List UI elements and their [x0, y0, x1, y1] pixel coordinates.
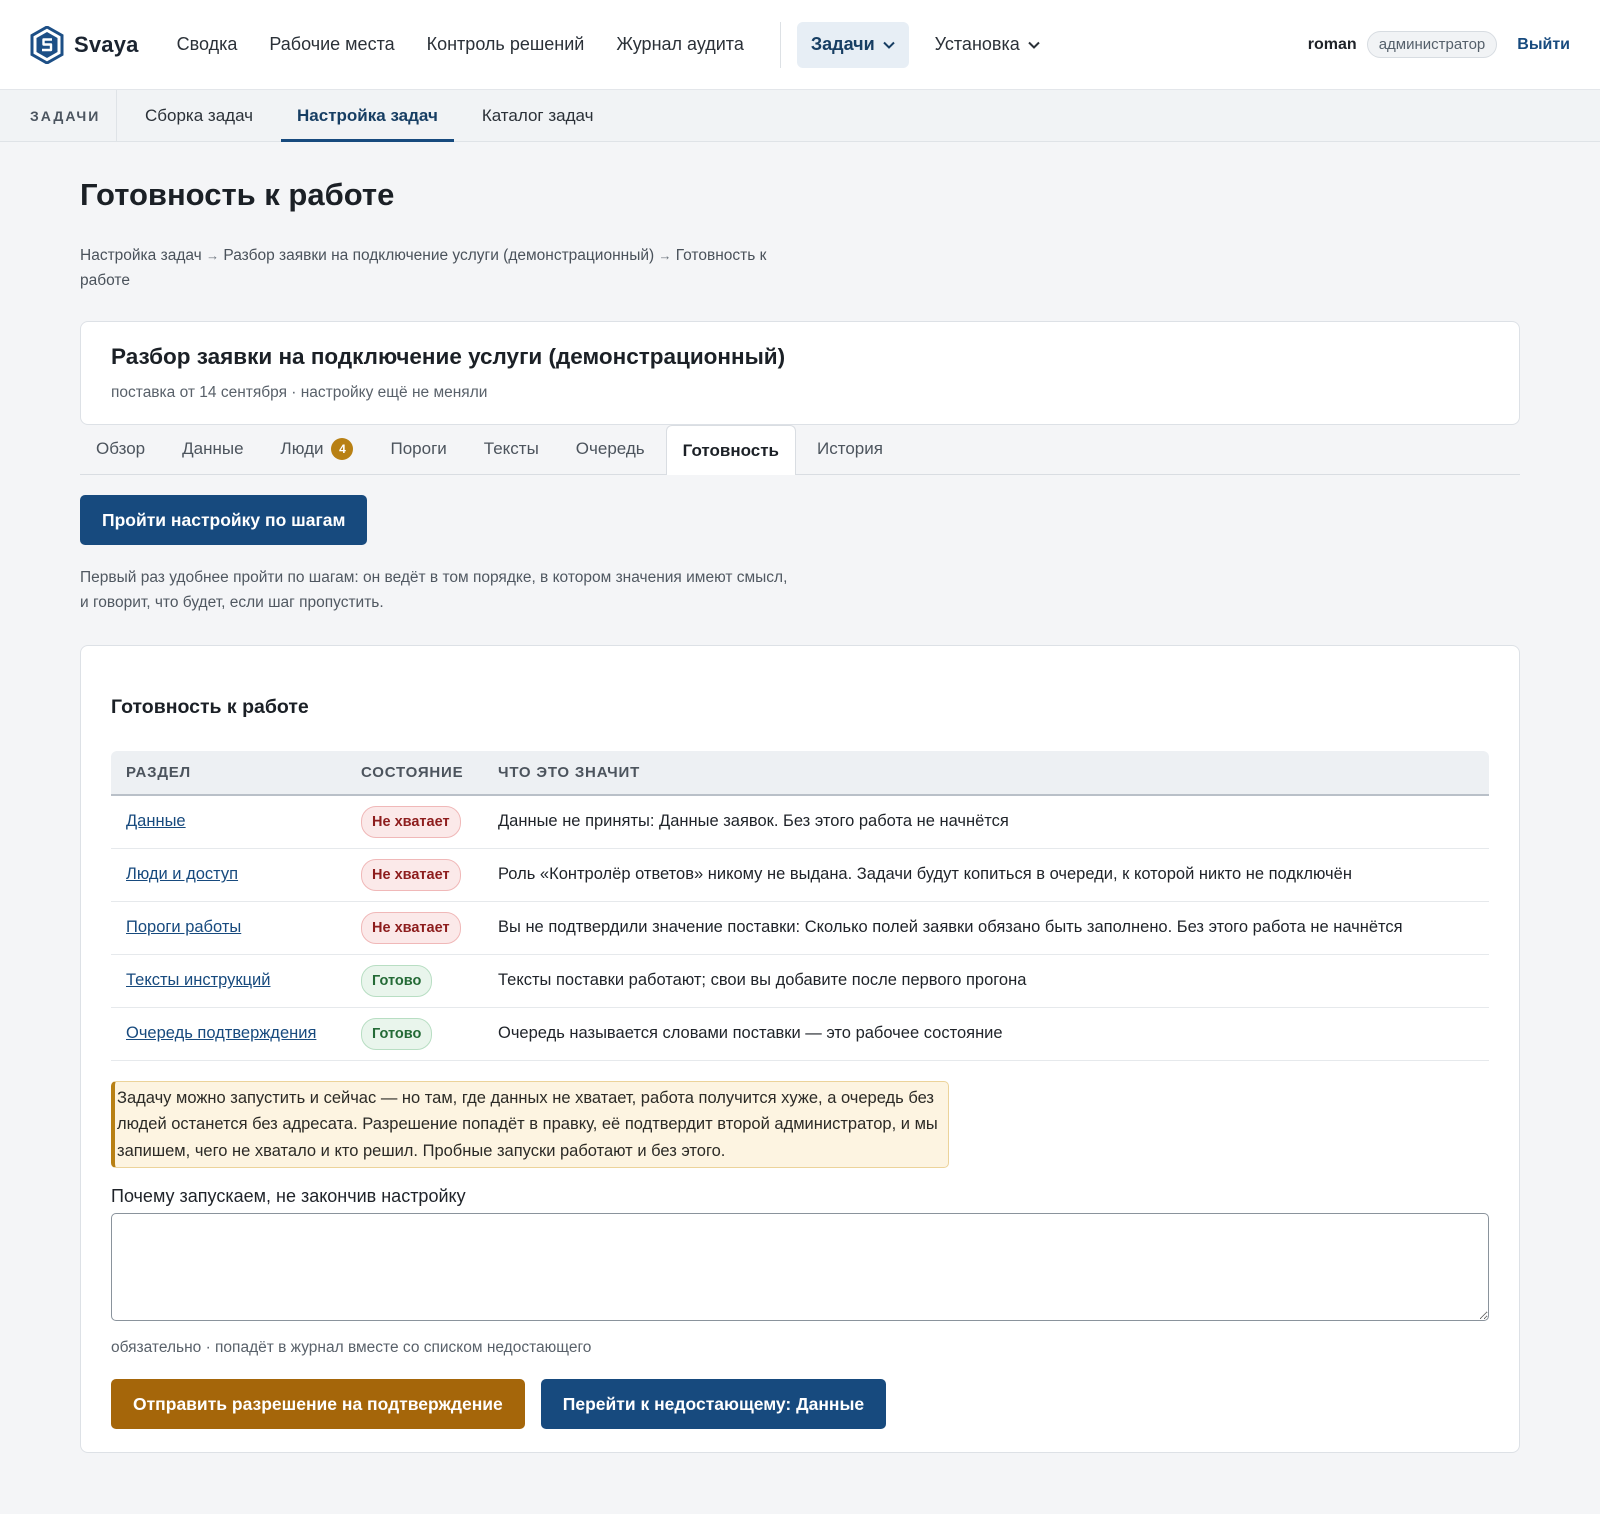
readiness-title: Готовность к работе [111, 696, 309, 719]
tab-label: Готовность [682, 440, 780, 460]
main-content: Готовность к работе Настройка задач → Ра… [0, 176, 1600, 1454]
readiness-table: РАЗДЕЛ СОСТОЯНИЕ ЧТО ЭТО ЗНАЧИТ Данные Н… [111, 751, 1489, 1061]
status-badge: Не хватает [361, 858, 461, 891]
status-badge: Не хватает [361, 805, 461, 838]
breadcrumb-item-task[interactable]: Разбор заявки на подключение услуги (дем… [223, 247, 654, 264]
nav-menu-install-label: Установка [934, 34, 1020, 54]
section-link-data[interactable]: Данные [126, 812, 186, 830]
svaya-logo-icon [30, 25, 64, 64]
breadcrumb-separator: → [206, 248, 220, 264]
nav-link-audit-log[interactable]: Журнал аудита [600, 34, 760, 55]
column-header-status: СОСТОЯНИЕ [346, 751, 483, 797]
status-cell: Готово [346, 1007, 483, 1061]
role-badge: администратор [1366, 31, 1498, 58]
meaning-cell: Тексты поставки работают; свои вы добави… [483, 954, 1489, 1008]
tab-people[interactable]: Люди 4 [265, 424, 370, 474]
brand-name: Svaya [74, 31, 139, 57]
main-nav: Сводка Рабочие места Контроль решений Жу… [161, 21, 1054, 68]
tab-label: Очередь [575, 439, 645, 459]
section-link-texts[interactable]: Тексты инструкций [126, 971, 270, 989]
nav-link-workplaces[interactable]: Рабочие места [253, 34, 410, 55]
section-cell: Люди и доступ [111, 848, 346, 902]
section-link-queue[interactable]: Очередь подтверждения [126, 1024, 316, 1042]
task-title: Разбор заявки на подключение услуги (дем… [111, 344, 786, 370]
breadcrumb-item-task-setup[interactable]: Настройка задач [80, 247, 202, 264]
page-title: Готовность к работе [80, 177, 395, 212]
action-buttons: Отправить разрешение на подтверждение Пе… [111, 1379, 1489, 1430]
nav-link-summary[interactable]: Сводка [161, 34, 254, 55]
tab-label: История [817, 439, 883, 459]
section-cell: Тексты инструкций [111, 954, 346, 1008]
table-row: Пороги работы Не хватает Вы не подтверди… [111, 901, 1489, 955]
status-badge: Готово [361, 1017, 433, 1050]
column-header-section: РАЗДЕЛ [111, 751, 346, 797]
step-by-step-setup-button[interactable]: Пройти настройку по шагам [80, 495, 368, 546]
nav-menu-tasks[interactable]: Задачи [796, 21, 909, 68]
section-link-thresholds[interactable]: Пороги работы [126, 918, 241, 936]
reason-note: обязательно · попадёт в журнал вместе со… [111, 1339, 592, 1357]
breadcrumb: Настройка задач → Разбор заявки на подкл… [80, 243, 800, 293]
wizard-hint: Первый раз удобнее пройти по шагам: он в… [80, 569, 788, 612]
chevron-down-icon [1028, 41, 1040, 49]
nav-divider [779, 21, 781, 68]
people-count-badge: 4 [331, 438, 354, 461]
table-row: Данные Не хватает Данные не приняты: Дан… [111, 795, 1489, 849]
tab-label: Тексты [483, 439, 539, 459]
column-header-meaning: ЧТО ЭТО ЗНАЧИТ [483, 751, 1489, 797]
status-cell: Не хватает [346, 848, 483, 902]
subnav-tab-task-setup[interactable]: Настройка задач [281, 90, 454, 142]
table-header-row: РАЗДЕЛ СОСТОЯНИЕ ЧТО ЭТО ЗНАЧИТ [111, 751, 1489, 797]
nav-link-decision-control[interactable]: Контроль решений [411, 34, 601, 55]
tab-label: Пороги [390, 439, 447, 459]
user-area: roman администратор Выйти [1308, 31, 1570, 58]
tab-label: Люди [280, 439, 324, 459]
tab-readiness[interactable]: Готовность [665, 425, 797, 476]
tab-overview[interactable]: Обзор [80, 424, 161, 474]
reason-label: Почему запускаем, не закончив настройку [111, 1186, 466, 1207]
status-badge: Готово [361, 964, 433, 997]
section-link-people[interactable]: Люди и доступ [126, 865, 238, 883]
status-badge: Не хватает [361, 911, 461, 944]
section-cell: Очередь подтверждения [111, 1007, 346, 1061]
meaning-cell: Очередь называется словами поставки — эт… [483, 1007, 1489, 1061]
tab-label: Обзор [96, 439, 146, 459]
meaning-cell: Данные не приняты: Данные заявок. Без эт… [483, 795, 1489, 849]
section-subnav: ЗАДАЧИ Сборка задач Настройка задач Ката… [0, 90, 1600, 142]
status-cell: Не хватает [346, 795, 483, 849]
table-row: Люди и доступ Не хватает Роль «Контролёр… [111, 848, 1489, 902]
section-cell: Пороги работы [111, 901, 346, 955]
brand[interactable]: Svaya [30, 25, 139, 64]
task-info-card: Разбор заявки на подключение услуги (дем… [80, 321, 1520, 426]
top-navigation: Svaya Сводка Рабочие места Контроль реше… [0, 0, 1600, 90]
submit-permission-button[interactable]: Отправить разрешение на подтверждение [111, 1379, 525, 1430]
table-row: Очередь подтверждения Готово Очередь наз… [111, 1007, 1489, 1061]
status-cell: Готово [346, 954, 483, 1008]
tab-texts[interactable]: Тексты [468, 424, 555, 474]
tab-label: Данные [182, 439, 244, 459]
user-name: roman [1307, 35, 1357, 53]
tab-history[interactable]: История [801, 424, 899, 474]
task-meta: поставка от 14 сентября · настройку ещё … [111, 384, 488, 402]
table-row: Тексты инструкций Готово Тексты поставки… [111, 954, 1489, 1008]
status-cell: Не хватает [346, 901, 483, 955]
chevron-down-icon [882, 41, 895, 49]
subnav-tab-task-catalog[interactable]: Каталог задач [466, 90, 610, 141]
tab-data[interactable]: Данные [166, 424, 259, 474]
subnav-label: ЗАДАЧИ [0, 90, 117, 141]
readiness-card: Готовность к работе РАЗДЕЛ СОСТОЯНИЕ ЧТО… [80, 645, 1520, 1454]
nav-menu-tasks-label: Задачи [810, 34, 875, 54]
launch-warning: Задачу можно запустить и сейчас — но там… [111, 1080, 949, 1169]
meaning-cell: Вы не подтвердили значение поставки: Ско… [483, 901, 1489, 955]
section-cell: Данные [111, 795, 346, 849]
task-tabs: Обзор Данные Люди 4 Пороги Тексты Очеред… [80, 424, 1520, 476]
tab-thresholds[interactable]: Пороги [374, 424, 462, 474]
logout-link[interactable]: Выйти [1517, 36, 1570, 54]
subnav-tab-task-build[interactable]: Сборка задач [129, 90, 269, 141]
tab-queue[interactable]: Очередь [560, 424, 661, 474]
reason-textarea[interactable] [111, 1213, 1489, 1322]
breadcrumb-separator: → [658, 248, 672, 264]
goto-missing-button[interactable]: Перейти к недостающему: Данные [540, 1379, 887, 1430]
nav-menu-install[interactable]: Установка [909, 34, 1054, 55]
meaning-cell: Роль «Контролёр ответов» никому не выдан… [483, 848, 1489, 902]
